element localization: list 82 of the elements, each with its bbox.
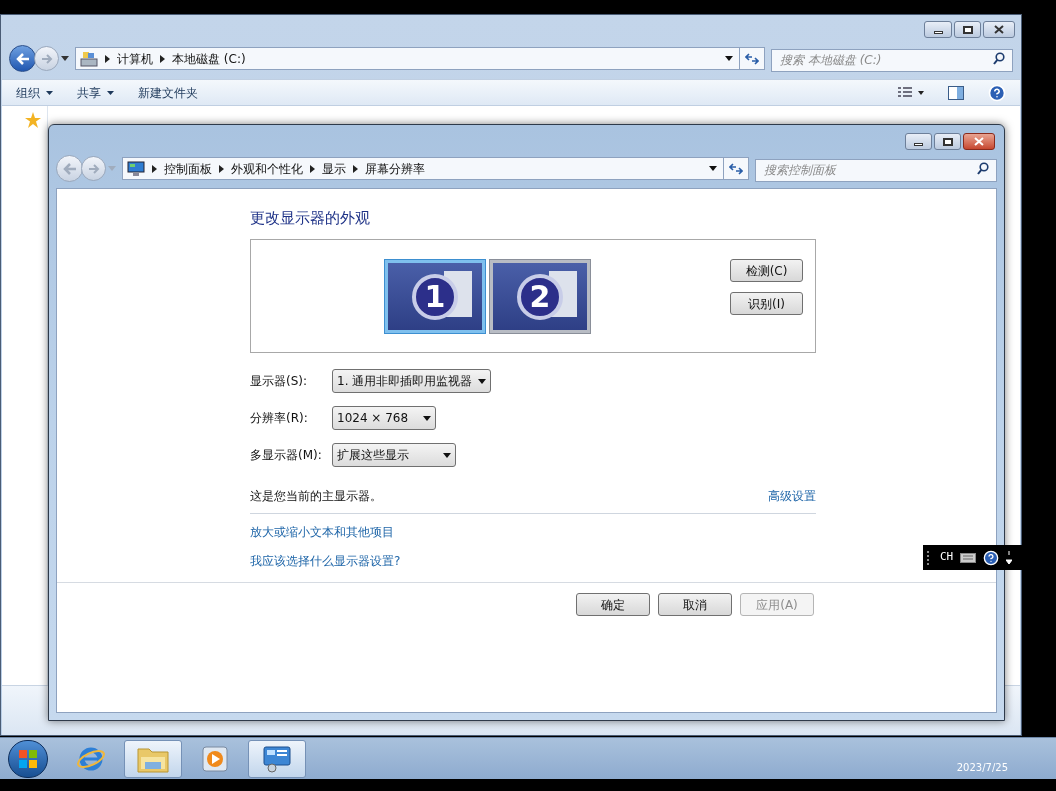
dropdown-caret-icon[interactable]: [709, 166, 717, 171]
panel-button[interactable]: 识别(I): [730, 292, 803, 315]
taskbar-button[interactable]: [248, 739, 306, 778]
status-text: 这是您当前的主显示器。: [250, 488, 382, 505]
keyboard-icon[interactable]: [960, 552, 977, 563]
minimize-button[interactable]: [905, 133, 932, 150]
input-language-label[interactable]: CH: [940, 549, 954, 566]
drive-icon: [80, 50, 98, 67]
help-icon[interactable]: [988, 83, 1006, 102]
breadcrumb-arrow-icon: [152, 164, 157, 173]
close-button[interactable]: [963, 133, 995, 150]
caret-icon: [478, 378, 486, 384]
dialog-button[interactable]: 取消: [658, 593, 732, 616]
breadcrumb-item[interactable]: 外观和个性化: [231, 159, 303, 178]
toolbar-button[interactable]: 新建文件夹: [138, 83, 198, 102]
computer-monitor-icon: [127, 160, 145, 177]
options-caret-icon[interactable]: [1006, 550, 1013, 565]
page-heading: 更改显示器的外观: [250, 209, 371, 227]
breadcrumb-item[interactable]: 本地磁盘 (C:): [172, 49, 246, 68]
monitor-tile[interactable]: 1: [384, 259, 486, 334]
back-arrow-icon: [15, 52, 30, 65]
preview-pane-icon[interactable]: [948, 85, 964, 100]
help-link[interactable]: 我应该选择什么显示器设置?: [250, 552, 401, 570]
back-button[interactable]: [9, 45, 36, 72]
caret-icon: [46, 90, 53, 95]
close-button[interactable]: [983, 21, 1015, 38]
breadcrumb-arrow-icon: [160, 54, 165, 63]
dropdown-select[interactable]: 1. 通用非即插即用监视器: [332, 369, 491, 393]
dropdown-caret-icon[interactable]: [725, 56, 733, 61]
refresh-button[interactable]: [739, 47, 765, 70]
minimize-button[interactable]: [924, 21, 952, 38]
address-bar[interactable]: 控制面板 外观和个性化 显示 屏幕分辨率: [122, 157, 724, 180]
breadcrumb-item[interactable]: 显示: [322, 159, 346, 178]
breadcrumb-arrow-icon: [310, 164, 315, 173]
dialog-button[interactable]: 确定: [576, 593, 650, 616]
monitor-number: 2: [529, 281, 551, 312]
refresh-button[interactable]: [723, 157, 749, 180]
forward-arrow-icon: [40, 53, 53, 64]
forward-arrow-icon: [87, 163, 100, 174]
search-icon: [993, 52, 1005, 65]
taskbar-button[interactable]: [124, 739, 182, 778]
monitor-tile[interactable]: 2: [489, 259, 591, 334]
caret-icon: [423, 415, 431, 421]
breadcrumb-arrow-icon: [105, 54, 110, 63]
panel-button[interactable]: 检测(C): [730, 259, 803, 282]
dropdown-select[interactable]: 1024 × 768: [332, 406, 436, 430]
breadcrumb-arrow-icon: [219, 164, 224, 173]
breadcrumb-item[interactable]: 屏幕分辨率: [365, 159, 425, 178]
start-button[interactable]: [8, 739, 48, 778]
advanced-settings-link[interactable]: 高级设置: [768, 487, 816, 505]
control-panel-icon: [262, 744, 292, 773]
breadcrumb-item[interactable]: 控制面板: [164, 159, 212, 178]
dropdown-select[interactable]: 扩展这些显示: [332, 443, 456, 467]
caret-icon: [107, 90, 114, 95]
close-icon: [994, 25, 1004, 34]
search-field[interactable]: 搜索控制面板: [755, 158, 997, 182]
setting-label: 显示器(S):: [250, 373, 309, 390]
breadcrumb-arrow-icon: [353, 164, 358, 173]
address-bar[interactable]: 计算机 本地磁盘 (C:): [75, 47, 740, 70]
search-icon: [977, 162, 989, 175]
refresh-arrows-icon: [729, 162, 743, 175]
maximize-button[interactable]: [954, 21, 981, 38]
back-arrow-icon: [62, 162, 77, 175]
search-field[interactable]: 搜索 本地磁盘 (C:): [771, 48, 1013, 72]
close-icon: [974, 137, 984, 146]
refresh-arrows-icon: [745, 52, 759, 65]
help-link[interactable]: 放大或缩小文本和其他项目: [250, 523, 394, 541]
history-caret-icon[interactable]: [61, 56, 69, 61]
setting-label: 分辨率(R):: [250, 410, 309, 427]
star-icon[interactable]: [25, 112, 41, 128]
help-icon[interactable]: [983, 549, 1000, 566]
maximize-button[interactable]: [934, 133, 961, 150]
toolbar-button[interactable]: 共享: [77, 83, 114, 102]
toolbar-button[interactable]: 组织: [16, 83, 53, 102]
breadcrumb-item[interactable]: 计算机: [117, 49, 153, 68]
windows-logo-icon: [18, 748, 38, 769]
clock-date: 2023/7/25: [956, 761, 1009, 775]
media-player-icon: [201, 744, 229, 773]
setting-label: 多显示器(M):: [250, 447, 323, 464]
view-options-icon[interactable]: [898, 86, 924, 99]
monitor-number: 1: [424, 281, 446, 312]
caret-icon: [443, 452, 451, 458]
